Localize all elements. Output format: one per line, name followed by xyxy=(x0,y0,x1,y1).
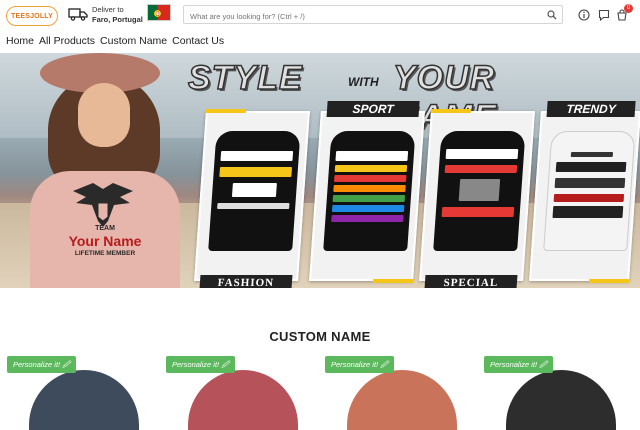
hero-banner[interactable]: TEAM Your Name LIFETIME MEMBER STYLE WIT… xyxy=(0,53,640,288)
shirt-team-text: TEAM xyxy=(95,225,115,232)
personalize-badge[interactable]: Personalize it! 🖉 xyxy=(7,356,77,373)
tshirt-fashion xyxy=(208,131,301,251)
panel-accent xyxy=(430,109,472,113)
tee-print xyxy=(445,149,519,159)
deliver-to[interactable]: Deliver to Faro, Portugal xyxy=(92,5,143,25)
nav-all-products[interactable]: All Products xyxy=(39,35,95,47)
panel-accent xyxy=(372,279,414,283)
shirt-name-text: Your Name xyxy=(68,233,142,249)
product-card[interactable]: Personalize it! 🖉 xyxy=(484,356,634,430)
tshirt-sport xyxy=(323,131,416,251)
product-image-cap[interactable] xyxy=(29,370,139,430)
product-image-cap[interactable] xyxy=(188,370,298,430)
panel-trendy[interactable]: TRENDY xyxy=(529,101,640,283)
tee-print xyxy=(334,165,408,172)
panel-label-special: SPECIAL xyxy=(424,275,518,288)
tshirt-special xyxy=(433,131,526,251)
panel-special[interactable]: SPECIAL xyxy=(419,109,535,288)
search-bar[interactable] xyxy=(183,5,563,25)
tee-print xyxy=(570,152,614,157)
nav-custom-name[interactable]: Custom Name xyxy=(100,35,167,47)
delivery-truck-icon xyxy=(68,8,88,21)
info-icon[interactable] xyxy=(578,9,590,21)
panel-label-fashion: FASHION xyxy=(199,275,293,288)
tee-print xyxy=(555,162,627,172)
tee-print xyxy=(441,207,515,217)
panel-label-sport: SPORT xyxy=(326,101,420,117)
tee-print xyxy=(444,165,518,173)
panel-accent xyxy=(588,279,630,283)
nav-home[interactable]: Home xyxy=(6,35,34,47)
tee-print xyxy=(231,183,277,197)
tee-print xyxy=(333,175,407,182)
nav-contact-us[interactable]: Contact Us xyxy=(172,35,224,47)
deliver-label: Deliver to xyxy=(92,5,124,14)
panel-fashion[interactable]: FASHION xyxy=(194,109,310,288)
product-image-cap[interactable] xyxy=(506,370,616,430)
product-card[interactable]: Personalize it! 🖉 xyxy=(7,356,157,430)
tee-print xyxy=(220,151,294,161)
tee-print xyxy=(219,167,293,177)
main-nav: Home All Products Custom Name Contact Us xyxy=(6,35,224,47)
search-input[interactable] xyxy=(184,8,539,25)
panel-accent xyxy=(205,109,247,113)
tshirt-trendy xyxy=(543,131,636,251)
eagle-graphic xyxy=(73,183,133,227)
hero-title-with: WITH xyxy=(348,75,379,89)
tee-print xyxy=(333,185,406,192)
product-card[interactable]: Personalize it! 🖉 xyxy=(166,356,316,430)
panel-label-trendy: TRENDY xyxy=(546,101,636,117)
tee-print xyxy=(458,179,501,201)
hero-title-style: STYLE xyxy=(187,58,303,98)
top-bar: TEESJOLLY Deliver to Faro, Portugal What… xyxy=(0,0,640,30)
search-icon[interactable] xyxy=(547,10,557,20)
personalize-badge[interactable]: Personalize it! 🖉 xyxy=(484,356,554,373)
chat-icon[interactable] xyxy=(598,9,610,21)
site-logo[interactable]: TEESJOLLY xyxy=(6,6,58,26)
product-card[interactable]: Personalize it! 🖉 xyxy=(325,356,475,430)
tee-print xyxy=(332,195,406,202)
tee-print xyxy=(335,151,409,161)
tee-print xyxy=(554,178,626,188)
tee-print xyxy=(553,194,625,202)
portugal-flag-icon[interactable] xyxy=(147,4,171,21)
hero-title: STYLE WITH YOUR NAME xyxy=(187,57,608,137)
tee-print xyxy=(331,215,404,222)
deliver-location: Faro, Portugal xyxy=(92,15,143,24)
personalize-badge[interactable]: Personalize it! 🖉 xyxy=(325,356,395,373)
product-image-cap[interactable] xyxy=(347,370,457,430)
tee-print xyxy=(217,203,290,209)
cart-count-badge: 0 xyxy=(624,4,633,13)
personalize-badge[interactable]: Personalize it! 🖉 xyxy=(166,356,236,373)
panel-sport[interactable]: SPORT xyxy=(309,101,425,283)
tee-print xyxy=(331,205,405,212)
section-title-custom-name: CUSTOM NAME xyxy=(269,329,371,344)
shirt-member-text: LIFETIME MEMBER xyxy=(74,250,136,257)
model-face xyxy=(78,83,130,147)
tee-print xyxy=(552,206,624,218)
